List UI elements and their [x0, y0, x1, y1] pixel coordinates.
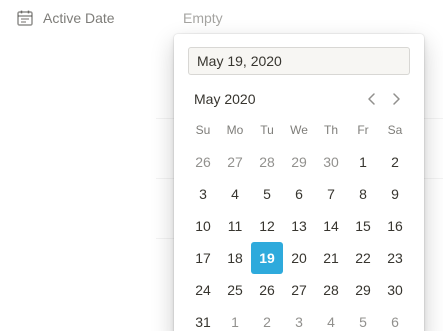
calendar-day[interactable]: 28: [315, 274, 347, 306]
calendar-day[interactable]: 6: [283, 178, 315, 210]
background-divider: [424, 178, 443, 179]
property-row-active-date[interactable]: Active Date Empty: [0, 0, 443, 34]
calendar-day[interactable]: 25: [219, 274, 251, 306]
weekday-label: Tu: [260, 123, 274, 137]
calendar-day[interactable]: 28: [251, 146, 283, 178]
calendar-day[interactable]: 29: [283, 146, 315, 178]
background-divider: [156, 118, 176, 119]
weekday-label: Su: [195, 123, 211, 137]
month-label: May 2020: [194, 91, 256, 107]
weekday-label: Th: [323, 123, 338, 137]
calendar-day[interactable]: 7: [315, 178, 347, 210]
calendar-day[interactable]: 26: [187, 146, 219, 178]
calendar-day[interactable]: 18: [219, 242, 251, 274]
calendar-day[interactable]: 4: [315, 306, 347, 331]
background-divider: [156, 178, 176, 179]
weekday-label: Sa: [387, 123, 403, 137]
background-divider: [156, 238, 176, 239]
calendar-day[interactable]: 5: [347, 306, 379, 331]
calendar-day[interactable]: 27: [283, 274, 315, 306]
calendar-day-selected[interactable]: 19: [251, 242, 283, 274]
calendar-icon: [15, 8, 35, 28]
date-picker-popup: May 2020 Su Mo Tu We Th Fr Sa 2627282930…: [174, 34, 424, 331]
calendar-day[interactable]: 24: [187, 274, 219, 306]
property-value[interactable]: Empty: [183, 9, 223, 27]
chevron-left-icon[interactable]: [364, 91, 380, 107]
calendar-day[interactable]: 22: [347, 242, 379, 274]
weekday-label: Mo: [226, 123, 244, 137]
calendar-day[interactable]: 2: [251, 306, 283, 331]
calendar-day[interactable]: 12: [251, 210, 283, 242]
weekday-label: We: [290, 123, 308, 137]
calendar-day[interactable]: 27: [219, 146, 251, 178]
weekday-header: Su Mo Tu We Th Fr Sa: [187, 121, 411, 139]
calendar-day[interactable]: 13: [283, 210, 315, 242]
calendar-day[interactable]: 3: [283, 306, 315, 331]
property-label: Active Date: [43, 10, 115, 26]
weekday-label: Fr: [357, 123, 369, 137]
calendar-day[interactable]: 4: [219, 178, 251, 210]
calendar-day[interactable]: 17: [187, 242, 219, 274]
calendar-day[interactable]: 2: [379, 146, 411, 178]
calendar-day[interactable]: 29: [347, 274, 379, 306]
calendar-day[interactable]: 14: [315, 210, 347, 242]
calendar-day[interactable]: 16: [379, 210, 411, 242]
calendar-day[interactable]: 23: [379, 242, 411, 274]
calendar-day[interactable]: 21: [315, 242, 347, 274]
calendar-day[interactable]: 30: [379, 274, 411, 306]
calendar-day[interactable]: 6: [379, 306, 411, 331]
chevron-right-icon[interactable]: [388, 91, 404, 107]
calendar-grid: 26 27 28 29 30 1 2 3 4 5 6 7 8 9 10 11 12 13 14 15 16 17 18 19 2…: [187, 146, 411, 331]
calendar-day[interactable]: 1: [347, 146, 379, 178]
calendar-day[interactable]: 10: [187, 210, 219, 242]
calendar-day[interactable]: 3: [187, 178, 219, 210]
calendar-day[interactable]: 1: [219, 306, 251, 331]
calendar-day[interactable]: 8: [347, 178, 379, 210]
calendar-day[interactable]: 11: [219, 210, 251, 242]
calendar-day[interactable]: 30: [315, 146, 347, 178]
calendar-day[interactable]: 31: [187, 306, 219, 331]
calendar-day[interactable]: 15: [347, 210, 379, 242]
calendar-day[interactable]: 5: [251, 178, 283, 210]
date-input[interactable]: [188, 47, 410, 75]
calendar-day[interactable]: 20: [283, 242, 315, 274]
background-divider: [424, 118, 443, 119]
calendar-day[interactable]: 9: [379, 178, 411, 210]
calendar-day[interactable]: 26: [251, 274, 283, 306]
